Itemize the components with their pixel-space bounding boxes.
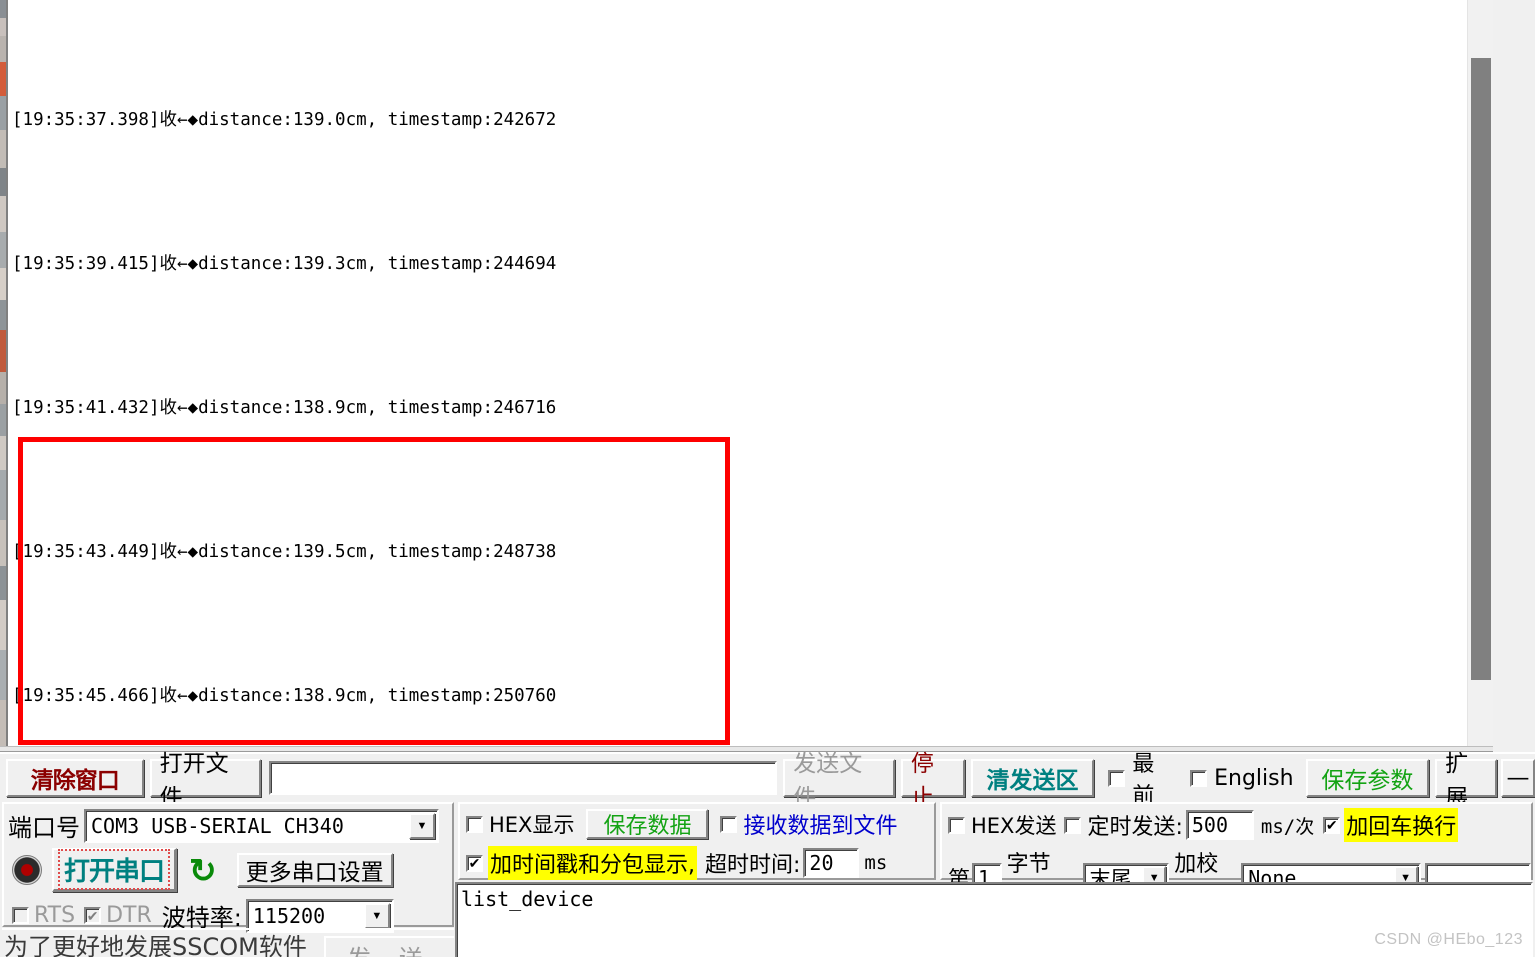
send-button-label: 发 送 [347, 939, 433, 957]
sscom-window: [19:35:37.398]收←◆distance:139.0cm, times… [0, 0, 1535, 957]
clear-window-label: 清除窗口 [30, 768, 120, 794]
save-params-label: 保存参数 [1321, 768, 1414, 794]
hex-display-checkbox[interactable] [466, 815, 483, 833]
send-interval-input[interactable]: 500 [1185, 810, 1254, 840]
hex-send-checkbox[interactable] [948, 816, 965, 834]
recv-to-file-checkbox[interactable] [720, 815, 738, 833]
crlf-checkbox[interactable]: ✔ [1323, 816, 1341, 834]
receive-terminal[interactable]: [19:35:37.398]收←◆distance:139.0cm, times… [6, 0, 1493, 750]
save-params-button[interactable]: 保存参数 [1305, 759, 1430, 797]
file-path-input[interactable] [269, 761, 778, 795]
english-label: English [1214, 765, 1294, 791]
status-led-icon [12, 855, 42, 885]
send-interval-unit: ms/次 [1260, 815, 1315, 838]
timeout-unit: ms [864, 852, 888, 874]
recv-to-file-label: 接收数据到文件 [743, 814, 898, 839]
port-number-label: 端口号 [8, 814, 80, 842]
more-port-settings-label: 更多串口设置 [245, 860, 384, 886]
port-actions-row: 打开串口 ↻ 更多串口设置 [12, 848, 393, 892]
timestamp-checkbox[interactable]: ✔ [466, 854, 483, 872]
serial-port-group: 端口号 COM3 USB-SERIAL CH340 ▼ 打开串口 ↻ 更多串口设… [2, 802, 454, 933]
open-port-button[interactable]: 打开串口 [52, 848, 177, 892]
english-checkbox[interactable]: English [1190, 765, 1294, 791]
scrollbar-thumb[interactable] [1471, 58, 1491, 680]
send-button[interactable]: 发 送 [324, 936, 454, 957]
stop-button[interactable]: 停止 [900, 751, 965, 811]
promo-strip: 为了更好地发展SSCOM软件 发 送 [2, 928, 454, 957]
baudrate-value: 115200 [252, 903, 326, 928]
terminal-line: [19:35:39.415]收←◆distance:139.3cm, times… [12, 254, 557, 274]
extend-button[interactable]: 扩展 [1435, 751, 1497, 811]
hex-display-label: HEX显示 [489, 813, 575, 837]
terminal-line: [19:35:41.432]收←◆distance:138.9cm, times… [12, 398, 557, 418]
send-textarea[interactable]: list_device [455, 882, 1533, 957]
minimize-label: — [1506, 765, 1530, 791]
port-select-value: COM3 USB-SERIAL CH340 [91, 813, 344, 838]
open-file-button[interactable]: 打开文件 [149, 751, 262, 811]
save-data-button[interactable]: 保存数据 [586, 809, 709, 839]
clear-window-button[interactable]: 清除窗口 [6, 759, 144, 797]
send-options-row1: HEX发送 定时发送: 500 ms/次 ✔ 加回车换行 [948, 808, 1459, 842]
action-toolbar: 清除窗口 打开文件 发送文件 停止 清发送区 最前 English 保存参数 扩… [0, 751, 1535, 811]
terminal-line: [19:35:43.449]收←◆distance:139.5cm, times… [12, 542, 557, 562]
send-interval-value: 500 [1191, 813, 1228, 837]
chevron-down-icon[interactable]: ▼ [409, 812, 435, 839]
clear-send-area-button[interactable]: 清发送区 [970, 759, 1095, 797]
timeout-input[interactable]: 20 [803, 848, 860, 878]
hex-send-label: HEX发送 [971, 814, 1057, 838]
timed-send-label: 定时发送: [1087, 815, 1183, 840]
terminal-line: [19:35:37.398]收←◆distance:139.0cm, times… [12, 110, 557, 130]
timed-send-checkbox[interactable] [1064, 816, 1082, 834]
refresh-icon[interactable]: ↻ [189, 854, 217, 887]
english-checkbox-box[interactable] [1190, 769, 1208, 787]
dtr-checkbox[interactable]: ✔ [84, 907, 102, 924]
terminal-vertical-scrollbar[interactable] [1467, 0, 1493, 750]
more-port-settings-button[interactable]: 更多串口设置 [236, 853, 393, 887]
open-port-label: 打开串口 [57, 849, 170, 890]
timestamp-label: 加时间戳和分包显示, [488, 846, 697, 880]
topmost-label: 最前 [1132, 752, 1155, 809]
save-data-label: 保存数据 [603, 814, 692, 839]
port-select[interactable]: COM3 USB-SERIAL CH340 ▼ [84, 808, 439, 843]
receive-options-row2: ✔ 加时间戳和分包显示, 超时时间: 20 ms [466, 846, 887, 880]
send-text-value: list_device [461, 887, 594, 911]
chevron-down-icon[interactable]: ▼ [363, 902, 390, 929]
crlf-label: 加回车换行 [1344, 808, 1459, 842]
port-select-row: 端口号 COM3 USB-SERIAL CH340 ▼ [8, 808, 439, 843]
timeout-label: 超时时间: [705, 853, 801, 878]
timeout-value: 20 [809, 851, 834, 875]
clear-send-area-label: 清发送区 [986, 768, 1079, 794]
minimize-button[interactable]: — [1501, 759, 1535, 797]
send-file-button[interactable]: 发送文件 [783, 751, 895, 811]
bottom-settings-panel: 端口号 COM3 USB-SERIAL CH340 ▼ 打开串口 ↻ 更多串口设… [0, 802, 1535, 957]
rts-checkbox[interactable] [12, 907, 29, 924]
receive-options-group: HEX显示 保存数据 接收数据到文件 ✔ 加时间戳和分包显示, 超时时间: 20… [458, 802, 936, 880]
dtr-label: DTR [106, 903, 152, 928]
terminal-line: [19:35:45.466]收←◆distance:138.9cm, times… [12, 686, 557, 706]
terminal-text: [19:35:37.398]收←◆distance:139.0cm, times… [8, 0, 1493, 750]
promo-text: 为了更好地发展SSCOM软件 [4, 933, 307, 957]
topmost-checkbox-box[interactable] [1108, 769, 1126, 787]
rts-label: RTS [34, 903, 76, 928]
topmost-checkbox[interactable]: 最前 [1108, 746, 1176, 810]
send-options-group: HEX发送 定时发送: 500 ms/次 ✔ 加回车换行 第 1 字节 至 末尾… [940, 802, 1533, 909]
receive-options-row1: HEX显示 保存数据 接收数据到文件 [466, 808, 897, 840]
csdn-watermark: CSDN @HEbo_123 [1374, 931, 1523, 948]
